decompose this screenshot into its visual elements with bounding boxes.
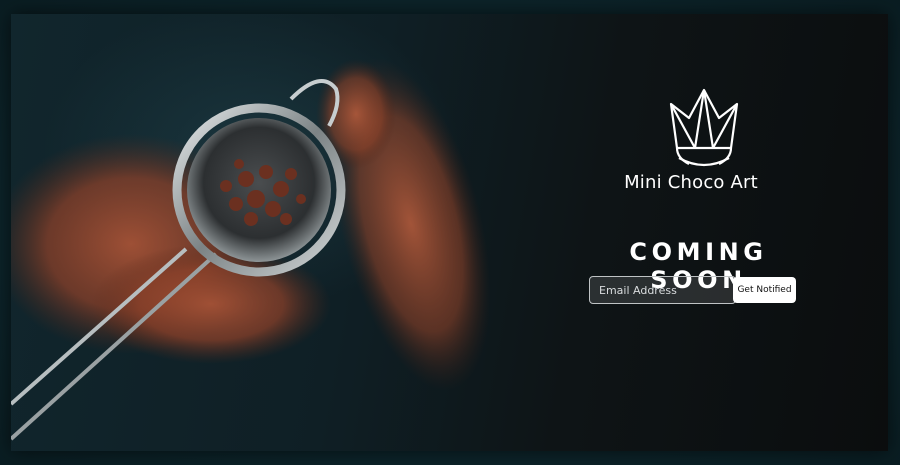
sieve-mesh (187, 118, 331, 262)
get-notified-button[interactable]: Get Notified (733, 277, 796, 303)
brand-name: Mini Choco Art (624, 172, 758, 193)
hero-section: Mini Choco Art COMING SOON Get Notified (11, 14, 888, 451)
page-frame: Mini Choco Art COMING SOON Get Notified (0, 0, 900, 465)
cocoa-sieve-photo (11, 58, 491, 441)
crown-icon (669, 88, 739, 167)
email-field[interactable] (589, 276, 736, 304)
